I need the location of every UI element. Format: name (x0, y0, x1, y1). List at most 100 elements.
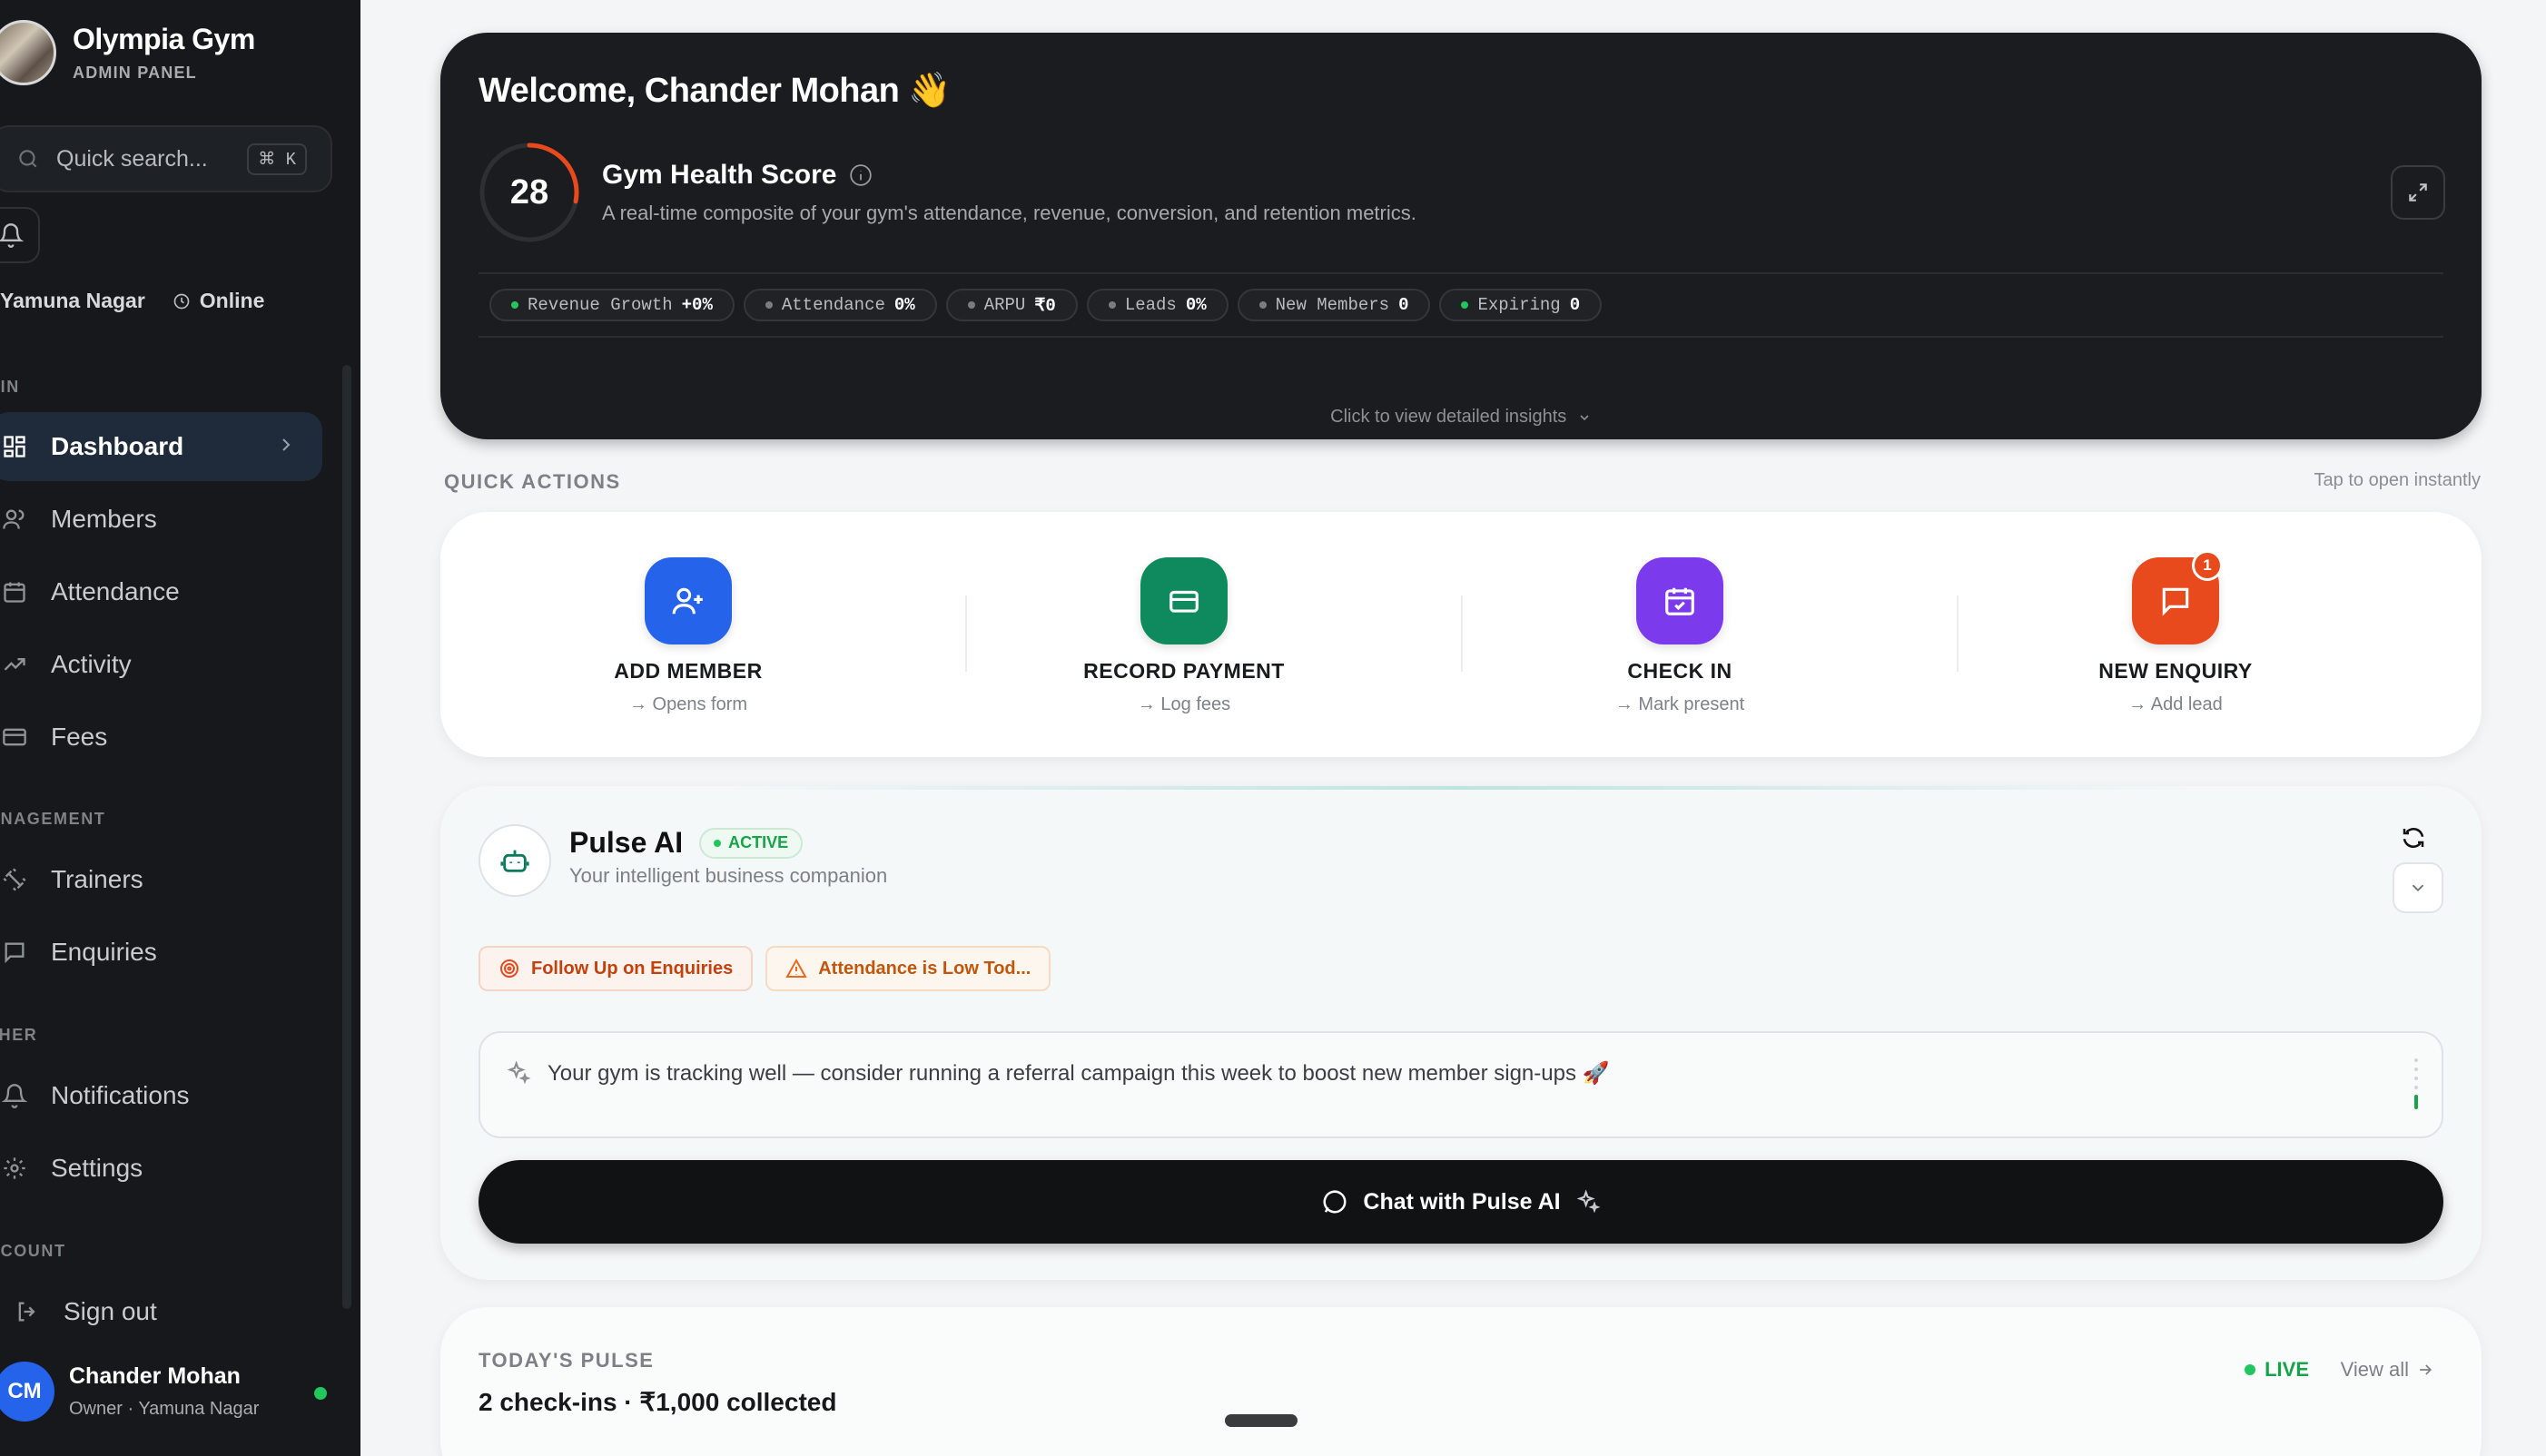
location-label: Yamuna Nagar (0, 289, 145, 312)
tag-attendance-low[interactable]: Attendance is Low Tod... (765, 946, 1051, 991)
sidebar-item-label: Enquiries (51, 938, 157, 966)
gym-logo (0, 20, 56, 85)
notification-badge: 1 (2192, 550, 2223, 581)
sidebar-item-label: Activity (51, 650, 132, 678)
view-insights-text: Click to view detailed insights (1330, 407, 1567, 427)
pager-dot (2414, 1086, 2418, 1089)
sidebar-item-activity[interactable]: Activity (0, 630, 322, 699)
sidebar-item-attendance[interactable]: Attendance (0, 557, 322, 626)
suggestion-tags: Follow Up on Enquiries Attendance is Low… (479, 946, 1051, 991)
sidebar-item-label: Sign out (64, 1297, 157, 1325)
quick-search[interactable]: Quick search... ⌘ K (0, 125, 332, 192)
view-insights-link[interactable]: Click to view detailed insights (440, 407, 2482, 428)
metric-label: Leads (1124, 295, 1177, 315)
dumbbell-icon (3, 868, 26, 891)
gear-icon (4, 1157, 25, 1179)
sidebar-item-enquiries[interactable]: Enquiries (0, 918, 322, 987)
chat-with-pulse-ai-button[interactable]: Chat with Pulse AI (479, 1160, 2443, 1244)
collapse-button[interactable] (2393, 862, 2443, 913)
card-icon (3, 728, 26, 746)
section-account-label: CCOUNT (0, 1242, 66, 1260)
search-icon (19, 150, 37, 168)
add-member-action[interactable]: ADD MEMBER → Opens form (440, 557, 936, 715)
section-main-label: AIN (0, 378, 20, 396)
users-icon (3, 509, 25, 529)
tag-follow-up-enquiries[interactable]: Follow Up on Enquiries (479, 946, 754, 991)
sidebar-scrollbar[interactable] (342, 365, 351, 1309)
health-score-value: 28 (509, 172, 549, 212)
metric-chip-new-members[interactable]: New Members 0 (1237, 289, 1431, 321)
user-name: Chander Mohan (69, 1363, 241, 1389)
action-subtitle: → Add lead (2128, 694, 2223, 714)
action-subtitle: → Opens form (628, 694, 748, 714)
section-other-label: THER (0, 1026, 38, 1044)
sidebar-item-fees[interactable]: Fees (0, 703, 322, 772)
insight-pager[interactable] (2414, 1058, 2418, 1109)
info-icon[interactable] (849, 163, 873, 187)
metric-chip-arpu[interactable]: ARPU ₹0 (945, 289, 1078, 321)
divider (479, 336, 2443, 338)
sidebar-item-dashboard[interactable]: Dashboard (0, 412, 322, 481)
metric-value: +0% (681, 295, 713, 315)
quick-actions-label: QUICK ACTIONS (444, 470, 621, 493)
check-in-action[interactable]: CHECK IN → Mark present (1432, 557, 1928, 715)
brand[interactable]: Olympia Gym ADMIN PANEL (0, 20, 255, 85)
action-title: ADD MEMBER (614, 659, 763, 683)
view-all-text: View all (2340, 1358, 2409, 1381)
search-placeholder: Quick search... (56, 145, 208, 172)
expand-button[interactable] (2391, 165, 2445, 220)
view-all-link[interactable]: View all (2341, 1358, 2434, 1382)
location-status: Yamuna Nagar Online (0, 289, 264, 313)
sidebar-item-label: Trainers (51, 865, 143, 893)
metric-chip-leads[interactable]: Leads 0% (1086, 289, 1229, 321)
credit-card-icon (1140, 557, 1228, 644)
section-management-label: ANAGEMENT (0, 810, 106, 828)
status-dot (765, 301, 773, 309)
todays-pulse-card: TODAY'S PULSE 2 check-ins · ₹1,000 colle… (440, 1307, 2482, 1456)
gym-health-card[interactable]: Welcome, Chander Mohan 👋 28 Gym Health S… (440, 33, 2482, 439)
metric-value: 0% (1185, 295, 1207, 315)
calendar-check-icon (1636, 557, 1723, 644)
status-dot (967, 301, 975, 309)
sidebar-item-settings[interactable]: Settings (0, 1134, 322, 1203)
drag-handle[interactable] (1225, 1414, 1298, 1427)
chat-bubble-icon (1323, 1190, 1347, 1214)
pager-dot (2414, 1077, 2418, 1080)
sidebar-item-label: Dashboard (51, 432, 184, 460)
new-enquiry-action[interactable]: 1 NEW ENQUIRY → Add lead (1928, 550, 2423, 715)
user-profile[interactable]: CM Chander Mohan Owner · Yamuna Nagar (0, 1362, 340, 1422)
quick-actions-hint: Tap to open instantly (2314, 470, 2481, 490)
refresh-icon[interactable] (2400, 824, 2427, 851)
sidebar-item-notifications[interactable]: Notifications (0, 1061, 322, 1130)
sidebar-item-members[interactable]: Members (0, 485, 322, 554)
pulse-ai-subtitle: Your intelligent business companion (569, 864, 888, 887)
record-payment-action[interactable]: RECORD PAYMENT → Log fees (936, 557, 1432, 715)
sparkles-icon (507, 1060, 531, 1085)
user-plus-icon (645, 557, 732, 644)
expand-icon (2409, 183, 2427, 202)
health-score-title: Gym Health Score (602, 160, 873, 191)
metric-chip-revenue-growth[interactable]: Revenue Growth +0% (489, 289, 735, 321)
chevron-down-icon (1580, 415, 1589, 420)
pager-dot (2414, 1067, 2418, 1071)
metric-chip-expiring[interactable]: Expiring 0 (1439, 289, 1603, 321)
health-score-description: A real-time composite of your gym's atte… (602, 202, 1416, 224)
notifications-button[interactable] (0, 207, 40, 263)
live-text: LIVE (2265, 1358, 2309, 1381)
brand-name: Olympia Gym (73, 23, 255, 55)
health-score-title-text: Gym Health Score (602, 160, 837, 190)
pager-dot-active (2414, 1095, 2418, 1109)
action-title: NEW ENQUIRY (2098, 659, 2253, 683)
sidebar-item-trainers[interactable]: Trainers (0, 845, 322, 914)
status-badge: ACTIVE (699, 827, 804, 859)
metric-chips: Revenue Growth +0% Attendance 0% ARPU ₹0 Le… (489, 289, 1603, 321)
bell-icon (0, 223, 24, 248)
metric-label: Revenue Growth (528, 295, 673, 315)
metric-chip-attendance[interactable]: Attendance 0% (743, 289, 937, 321)
pulse-ai-name: Pulse AI (569, 826, 684, 859)
metric-label: Expiring (1477, 295, 1561, 315)
sidebar-item-sign-out[interactable]: Sign out (0, 1277, 322, 1346)
pulse-ai-title: Pulse AI ACTIVE (569, 826, 804, 860)
arrow-right-icon (2420, 1364, 2433, 1375)
divider (479, 272, 2443, 274)
